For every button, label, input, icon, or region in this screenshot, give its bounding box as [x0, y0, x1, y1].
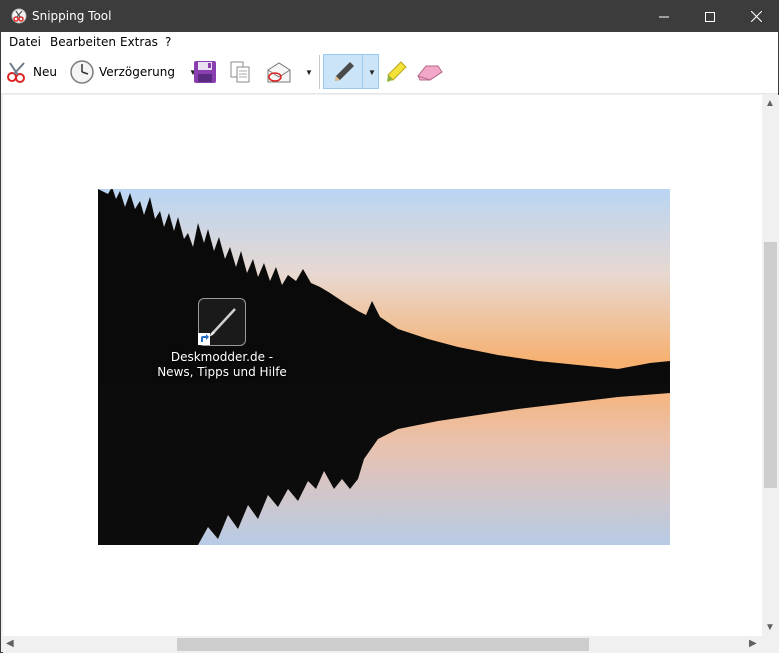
send-snip-button[interactable]: ▼: [265, 55, 313, 89]
shortcut-label-line1: Deskmodder.de -: [170, 350, 274, 364]
toolbar: Neu Verzögerung ▼ ▼ ▼: [1, 51, 778, 94]
delay-label: Verzögerung: [99, 65, 175, 79]
send-email-icon: [267, 62, 291, 83]
shortcut-label-line2: News, Tipps und Hilfe: [157, 365, 287, 379]
new-snip-button[interactable]: Neu: [5, 55, 57, 89]
scrollbar-corner: [762, 636, 779, 653]
pen-split-divider: [362, 54, 363, 89]
new-label: Neu: [33, 65, 57, 79]
eraser-button[interactable]: [416, 55, 444, 89]
pen-dropdown[interactable]: ▼: [368, 55, 376, 89]
horizontal-scrollbar[interactable]: ◀ ▶: [3, 636, 762, 653]
vertical-scrollbar[interactable]: ▲ ▼: [762, 95, 779, 636]
minimize-button[interactable]: [641, 1, 687, 32]
chevron-down-icon[interactable]: ▼: [305, 68, 313, 77]
save-icon: [194, 61, 216, 83]
maximize-icon: [705, 11, 715, 22]
snipping-tool-app-icon: [11, 8, 27, 24]
highlighter-button[interactable]: [384, 55, 408, 89]
eraser-icon: [417, 65, 443, 81]
close-button[interactable]: [733, 1, 779, 32]
shortcut-arrow-icon: [198, 333, 210, 345]
delay-button[interactable]: Verzögerung ▼: [69, 55, 197, 89]
copy-button[interactable]: [228, 55, 252, 89]
menu-extras[interactable]: Extras: [120, 35, 158, 49]
menu-bearbeiten[interactable]: Bearbeiten: [50, 35, 116, 49]
menu-datei[interactable]: Datei: [9, 35, 41, 49]
close-icon: [750, 11, 762, 22]
clock-icon: [70, 60, 94, 84]
scroll-right-arrow-icon[interactable]: ▶: [749, 639, 757, 649]
minimize-icon: [659, 16, 669, 17]
snipping-tool-window: Snipping Tool Datei Bearbeiten Extras ? …: [0, 0, 779, 653]
pen-tool-icon-wrap[interactable]: [332, 55, 356, 89]
menu-help[interactable]: ?: [165, 35, 171, 49]
menu-bar: Datei Bearbeiten Extras ?: [1, 32, 778, 51]
vertical-scroll-thumb[interactable]: [764, 242, 777, 488]
save-button[interactable]: [192, 55, 218, 89]
highlighter-icon: [387, 61, 407, 82]
scroll-left-arrow-icon[interactable]: ◀: [6, 639, 14, 649]
copy-icon: [230, 61, 250, 83]
scissors-icon: [7, 62, 25, 83]
horizontal-scroll-thumb[interactable]: [177, 638, 589, 651]
maximize-button[interactable]: [687, 1, 733, 32]
title-bar: Snipping Tool: [1, 1, 778, 32]
window-title: Snipping Tool: [32, 9, 112, 23]
toolbar-separator: [319, 55, 320, 89]
pen-icon: [335, 62, 354, 81]
scroll-down-arrow-icon[interactable]: ▼: [765, 623, 775, 633]
chevron-down-icon[interactable]: ▼: [368, 68, 376, 77]
shortcut-label: Deskmodder.de - News, Tipps und Hilfe: [151, 350, 293, 380]
scroll-up-arrow-icon[interactable]: ▲: [765, 99, 775, 109]
